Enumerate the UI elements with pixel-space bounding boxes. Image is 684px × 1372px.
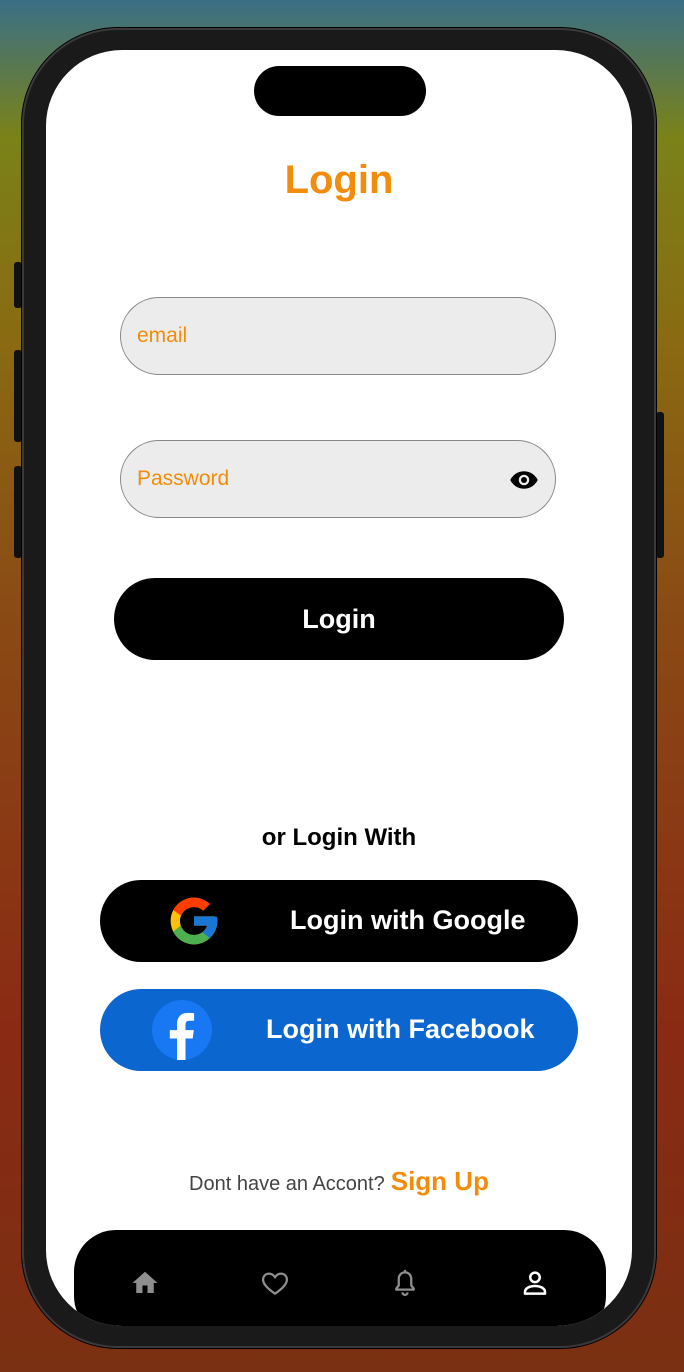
google-login-label: Login with Google bbox=[290, 905, 526, 935]
volume-down-button bbox=[14, 466, 22, 558]
login-button-label: Login bbox=[302, 603, 376, 634]
heart-icon[interactable] bbox=[260, 1268, 290, 1298]
login-button[interactable]: Login bbox=[114, 578, 564, 660]
phone-frame: Login Login or Login With Login with Go bbox=[22, 28, 656, 1348]
power-button bbox=[656, 412, 664, 558]
signup-row: Dont have an Accont? Sign Up bbox=[46, 1166, 632, 1197]
phone-screen: Login Login or Login With Login with Go bbox=[46, 50, 632, 1326]
volume-up-button bbox=[14, 350, 22, 442]
google-login-button[interactable]: Login with Google bbox=[100, 880, 578, 962]
silent-switch bbox=[14, 262, 22, 308]
profile-icon[interactable] bbox=[520, 1268, 550, 1298]
social-divider-text: or Login With bbox=[261, 824, 417, 851]
signup-link[interactable]: Sign Up bbox=[391, 1166, 489, 1196]
dynamic-island bbox=[254, 66, 426, 116]
signup-prompt: Dont have an Accont? bbox=[189, 1173, 385, 1195]
page-title: Login bbox=[284, 158, 394, 202]
password-field[interactable] bbox=[120, 440, 556, 518]
bottom-nav bbox=[74, 1230, 606, 1326]
home-icon[interactable] bbox=[130, 1268, 160, 1298]
eye-icon[interactable] bbox=[509, 465, 539, 495]
facebook-login-label: Login with Facebook bbox=[266, 1014, 535, 1044]
google-icon bbox=[170, 897, 218, 945]
facebook-icon bbox=[152, 1000, 212, 1060]
facebook-login-button[interactable]: Login with Facebook bbox=[100, 989, 578, 1071]
email-field[interactable] bbox=[120, 297, 556, 375]
email-input[interactable] bbox=[121, 323, 479, 349]
password-input[interactable] bbox=[121, 466, 479, 492]
bell-icon[interactable] bbox=[390, 1268, 420, 1298]
